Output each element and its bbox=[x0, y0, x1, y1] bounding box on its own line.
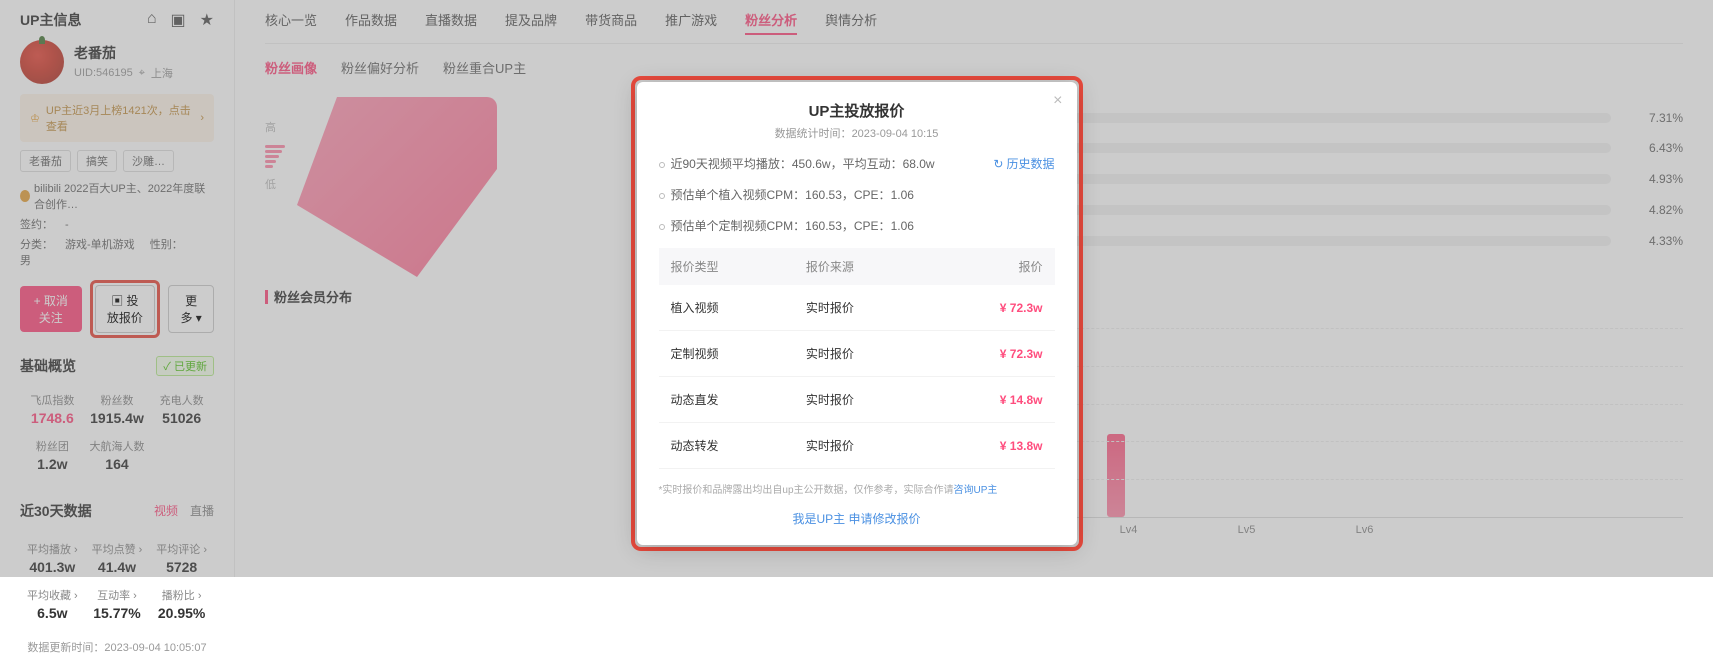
modal-footer-link[interactable]: 我是UP主 申请修改报价 bbox=[659, 510, 1055, 527]
stat-label: 互动率 › bbox=[85, 587, 150, 603]
stat-label: 预估单个植入视频CPM： bbox=[671, 188, 806, 202]
stat-label: 播粉比 › bbox=[149, 587, 214, 603]
table-row: 动态直发实时报价¥ 14.8w bbox=[659, 377, 1055, 423]
stat-value: 68.0w bbox=[903, 157, 935, 171]
cell-type: 植入视频 bbox=[659, 285, 794, 331]
cell-price: ¥ 72.3w bbox=[929, 285, 1054, 331]
cell-source: 实时报价 bbox=[794, 423, 929, 469]
quote-table: 报价类型 报价来源 报价 植入视频实时报价¥ 72.3w定制视频实时报价¥ 72… bbox=[659, 248, 1055, 469]
th-source: 报价来源 bbox=[794, 248, 929, 285]
cell-price: ¥ 13.8w bbox=[929, 423, 1054, 469]
update-label: 数据更新时间： bbox=[27, 642, 104, 654]
table-row: 动态转发实时报价¥ 13.8w bbox=[659, 423, 1055, 469]
cell-source: 实时报价 bbox=[794, 285, 929, 331]
th-type: 报价类型 bbox=[659, 248, 794, 285]
stat-value: 450.6w bbox=[792, 157, 831, 171]
table-row: 植入视频实时报价¥ 72.3w bbox=[659, 285, 1055, 331]
disclaimer-text: *实时报价和品牌露出均出自up主公开数据，仅作参考，实际合作请 bbox=[659, 485, 954, 496]
modal-time-label: 数据统计时间： bbox=[775, 128, 852, 140]
cell-price: ¥ 14.8w bbox=[929, 377, 1054, 423]
table-row: 定制视频实时报价¥ 72.3w bbox=[659, 331, 1055, 377]
cell-type: 定制视频 bbox=[659, 331, 794, 377]
cell-price: ¥ 72.3w bbox=[929, 331, 1054, 377]
stat-label: 平均收藏 › bbox=[20, 587, 85, 603]
cell-source: 实时报价 bbox=[794, 377, 929, 423]
close-icon[interactable]: × bbox=[1053, 92, 1062, 110]
update-value: 2023-09-04 10:05:07 bbox=[104, 642, 206, 654]
modal-time-value: 2023-09-04 10:15 bbox=[852, 128, 939, 140]
cell-source: 实时报价 bbox=[794, 331, 929, 377]
cell-type: 动态转发 bbox=[659, 423, 794, 469]
modal-title: UP主投放报价 bbox=[659, 100, 1055, 121]
stat-value: 6.5w bbox=[20, 605, 85, 621]
history-link[interactable]: ↻ 历史数据 bbox=[993, 155, 1054, 172]
stat-value: 15.77% bbox=[85, 605, 150, 621]
stat-label: 预估单个定制视频CPM： bbox=[671, 219, 806, 233]
stat-value: 20.95% bbox=[149, 605, 214, 621]
cell-type: 动态直发 bbox=[659, 377, 794, 423]
stat-label: 近90天视频平均播放： bbox=[671, 157, 792, 171]
quote-modal: × UP主投放报价 数据统计时间：2023-09-04 10:15 近90天视频… bbox=[637, 82, 1077, 545]
contact-link[interactable]: 咨询UP主 bbox=[954, 485, 998, 496]
th-price: 报价 bbox=[929, 248, 1054, 285]
